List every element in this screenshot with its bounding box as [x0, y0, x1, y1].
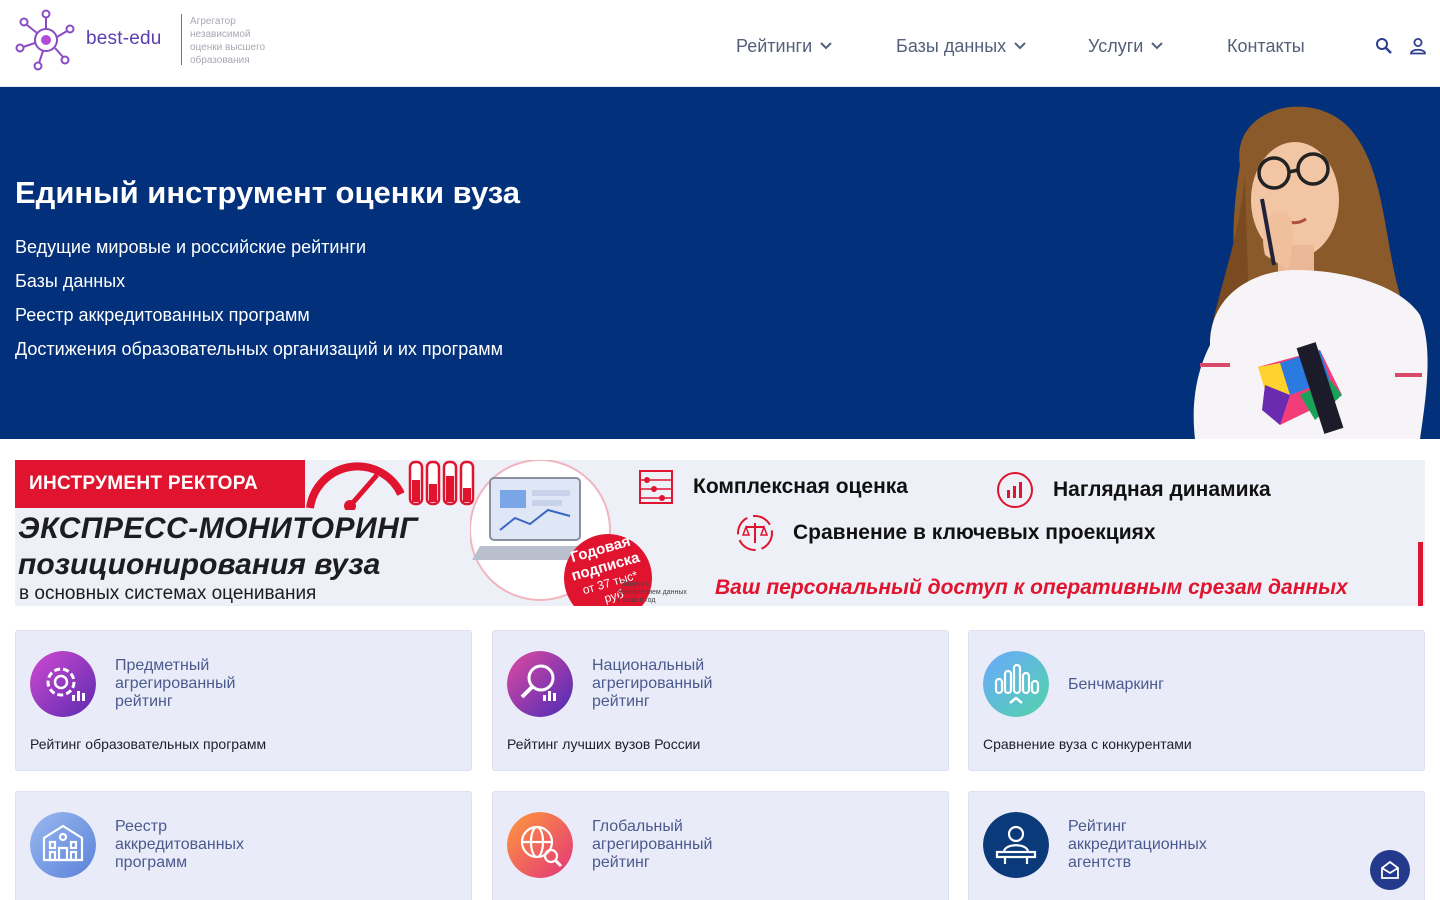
banner-tag: ИНСТРУМЕНТ РЕКТОРА	[15, 460, 305, 508]
card-agency-rating[interactable]: Рейтинг аккредитационных агентств	[968, 791, 1425, 900]
hero-link-registry[interactable]: Реестр аккредитованных программ	[15, 303, 503, 337]
feature-comparison-label: Сравнение в ключевых проекциях	[793, 521, 1156, 544]
feature-dynamics-label: Наглядная динамика	[1053, 478, 1271, 501]
nav-databases[interactable]: Базы данных	[896, 34, 1026, 58]
chevron-down-icon	[1151, 42, 1164, 50]
user-icon[interactable]	[1409, 37, 1427, 55]
brand-tagline: Агрегатор независимой оценки высшего обр…	[190, 16, 266, 66]
banner-headline-systems: в основных системах оценивания	[19, 583, 317, 604]
hero-title: Единый инструмент оценки вуза	[15, 175, 521, 210]
hero-section: Единый инструмент оценки вуза Ведущие ми…	[0, 87, 1440, 439]
chevron-down-icon	[1014, 42, 1026, 50]
banner-access-text: Ваш персональный доступ к оперативным ср…	[715, 576, 1348, 599]
hero-link-databases[interactable]: Базы данных	[15, 269, 503, 303]
bar-chart-icon	[983, 651, 1049, 717]
card-title: Реестр аккредитованных программ	[115, 818, 245, 871]
card-title: Рейтинг аккредитационных агентств	[1068, 818, 1207, 871]
card-title: Бенчмаркинг	[1068, 676, 1164, 693]
banner-headline-positioning: позиционирования вуза	[18, 548, 381, 581]
scales-icon	[737, 515, 773, 551]
gauge-icon	[306, 460, 475, 510]
banner-footnote: * Запуск с обновлением данных 4 раза в г…	[617, 581, 687, 604]
feature-complex: Комплексная оценка	[637, 468, 908, 506]
banner-accent-bar	[1418, 542, 1423, 606]
card-title: Глобальный агрегированный рейтинг	[592, 818, 713, 871]
brand-name[interactable]: best-edu	[86, 28, 162, 50]
nav-ratings-label: Рейтинги	[736, 35, 813, 56]
hero-student-illustration	[1193, 106, 1428, 439]
nav-ratings[interactable]: Рейтинги	[736, 34, 832, 58]
hero-feature-list: Ведущие мировые и российские рейтинги Ба…	[15, 235, 503, 371]
nav-contacts[interactable]: Контакты	[1227, 34, 1305, 58]
feature-comparison: Сравнение в ключевых проекциях	[735, 513, 1156, 553]
dynamics-chart-icon	[997, 472, 1033, 508]
card-title: Предметный агрегированный рейтинг	[115, 657, 236, 710]
abacus-icon	[639, 470, 673, 504]
mail-icon	[1381, 860, 1399, 879]
card-description: Сравнение вуза с конкурентами	[983, 736, 1192, 752]
nav-services[interactable]: Услуги	[1088, 34, 1164, 58]
card-description: Рейтинг лучших вузов России	[507, 736, 701, 752]
site-header: best-edu Агрегатор независимой оценки вы…	[0, 0, 1440, 87]
hero-link-achievements[interactable]: Достижения образовательных организаций и…	[15, 337, 503, 371]
presenter-icon	[983, 812, 1049, 878]
magnifier-chart-icon	[507, 651, 573, 717]
gear-chart-icon	[30, 651, 96, 717]
feature-complex-label: Комплексная оценка	[693, 475, 908, 498]
building-icon	[30, 812, 96, 878]
banner-headline-express: ЭКСПРЕСС-МОНИТОРИНГ	[18, 512, 419, 545]
card-benchmarking[interactable]: Бенчмаркинг Сравнение вуза с конкурентам…	[968, 630, 1425, 771]
card-national-rating[interactable]: Национальный агрегированный рейтинг Рейт…	[492, 630, 949, 771]
card-subject-rating[interactable]: Предметный агрегированный рейтинг Рейтин…	[15, 630, 472, 771]
hero-link-ratings[interactable]: Ведущие мировые и российские рейтинги	[15, 235, 503, 269]
feature-dynamics: Наглядная динамика	[995, 470, 1271, 510]
nav-services-label: Услуги	[1088, 35, 1144, 56]
card-title: Национальный агрегированный рейтинг	[592, 657, 713, 710]
chevron-down-icon	[820, 42, 832, 50]
nav-databases-label: Базы данных	[896, 35, 1007, 56]
card-description: Рейтинг образовательных программ	[30, 736, 267, 752]
search-icon[interactable]	[1375, 37, 1393, 55]
promo-banner[interactable]: ИНСТРУМЕНТ РЕКТОРА ЭКСПРЕСС-МОНИТОРИНГ п…	[15, 460, 1425, 606]
nav-contacts-label: Контакты	[1227, 35, 1305, 56]
contact-fab[interactable]	[1370, 850, 1410, 890]
card-accredited-registry[interactable]: Реестр аккредитованных программ	[15, 791, 472, 900]
brand-divider	[181, 14, 182, 65]
globe-search-icon	[507, 812, 573, 878]
card-global-rating[interactable]: Глобальный агрегированный рейтинг	[492, 791, 949, 900]
logo-molecule-icon[interactable]	[15, 9, 77, 71]
